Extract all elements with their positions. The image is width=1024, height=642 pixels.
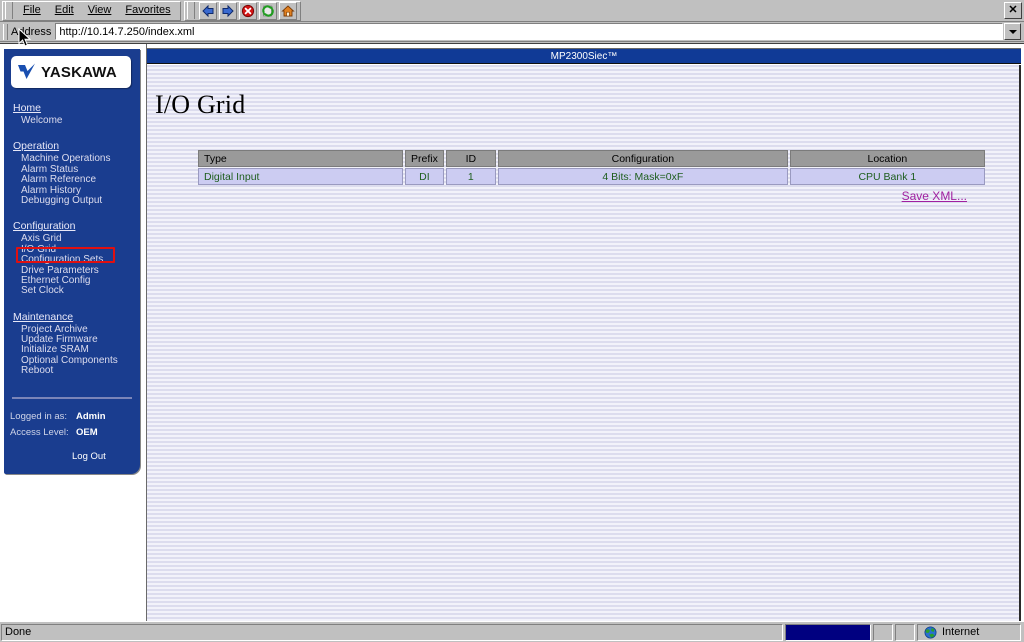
save-xml-link[interactable]: Save XML... <box>147 189 967 203</box>
yaskawa-logo-text: YASKAWA <box>41 63 117 81</box>
column-header-id[interactable]: ID <box>445 150 496 167</box>
menu-item-edit-label: Edit <box>54 4 74 16</box>
status-text: Done <box>1 623 783 641</box>
stop-button[interactable] <box>238 1 257 20</box>
cell-id: 1 <box>445 168 496 185</box>
table-body: Digital Input DI 1 4 Bits: Mask=0xF CPU … <box>198 168 985 185</box>
sidebar-heading-home[interactable]: Home <box>4 101 140 116</box>
logged-in-row: Logged in as: Admin <box>4 409 140 425</box>
menu-bar: File Edit View Favorites ✕ <box>0 0 1024 22</box>
forward-button[interactable] <box>218 1 237 20</box>
status-pane-extra-1 <box>873 623 893 641</box>
sidebar-item-configuration-sets[interactable]: Configuration Sets <box>4 254 140 265</box>
access-level-value: OEM <box>76 427 98 438</box>
home-icon <box>280 4 295 16</box>
sidebar-item-reboot[interactable]: Reboot <box>4 365 140 376</box>
table-row[interactable]: Digital Input DI 1 4 Bits: Mask=0xF CPU … <box>198 168 985 185</box>
progress-fill <box>786 624 870 640</box>
status-bar: Done Internet <box>0 621 1024 642</box>
close-icon: ✕ <box>1008 4 1018 16</box>
column-header-prefix[interactable]: Prefix <box>405 150 444 167</box>
sidebar-nav: Home Welcome Operation Machine Operation… <box>4 101 140 377</box>
sidebar-item-set-clock[interactable]: Set Clock <box>4 285 140 296</box>
logout-link[interactable]: Log Out <box>4 449 140 465</box>
toolbar-drag-grip[interactable] <box>186 2 195 19</box>
menu-item-view[interactable]: View <box>81 2 119 19</box>
access-level-label: Access Level: <box>10 427 69 438</box>
address-drag-grip[interactable] <box>3 23 8 40</box>
globe-icon <box>924 626 937 638</box>
status-pane-extra-2 <box>895 623 915 641</box>
address-label: Address <box>11 25 52 38</box>
page-title: I/O Grid <box>155 90 246 119</box>
sidebar: YASKAWA Home Welcome Operation Machine O… <box>0 44 146 621</box>
content-frame: MP2300Siec™ I/O Grid Type Prefix ID Conf… <box>146 44 1024 621</box>
sidebar-heading-configuration[interactable]: Configuration <box>4 219 140 234</box>
sidebar-heading-operation[interactable]: Operation <box>4 139 140 154</box>
table-header-row: Type Prefix ID Configuration Location <box>198 150 985 167</box>
logged-in-value: Admin <box>76 411 106 422</box>
forward-arrow-icon <box>222 4 234 17</box>
security-zone-pane[interactable]: Internet <box>917 623 1021 641</box>
content-area: I/O Grid Type Prefix ID Configuration Lo… <box>147 65 1021 621</box>
cell-type: Digital Input <box>198 168 403 185</box>
menu-group: File Edit View Favorites <box>2 0 181 21</box>
refresh-icon <box>261 4 274 17</box>
menu-item-file-label: File <box>23 4 41 16</box>
menu-drag-grip[interactable] <box>5 2 13 19</box>
toolbar <box>183 0 301 21</box>
cell-configuration: 4 Bits: Mask=0xF <box>497 168 788 185</box>
column-header-location[interactable]: Location <box>789 150 985 167</box>
sidebar-divider <box>12 397 132 399</box>
column-header-type[interactable]: Type <box>198 150 403 167</box>
login-info: Logged in as: Admin Access Level: OEM Lo… <box>4 409 140 465</box>
page-viewport: YASKAWA Home Welcome Operation Machine O… <box>0 43 1024 621</box>
cell-location: CPU Bank 1 <box>789 168 985 185</box>
home-button[interactable] <box>278 1 297 20</box>
stop-icon <box>241 4 254 17</box>
logged-in-label: Logged in as: <box>10 411 68 422</box>
back-button[interactable] <box>198 1 217 20</box>
menu-item-view-label: View <box>87 4 112 16</box>
address-dropdown-button[interactable] <box>1004 23 1021 40</box>
menu-item-edit[interactable]: Edit <box>48 2 81 19</box>
refresh-button[interactable] <box>258 1 277 20</box>
yaskawa-logo: YASKAWA <box>11 56 131 88</box>
device-title: MP2300Siec™ <box>550 50 618 62</box>
menu-item-favorites[interactable]: Favorites <box>118 2 177 19</box>
access-level-row: Access Level: OEM <box>4 425 140 441</box>
progress-indicator <box>785 623 871 641</box>
device-title-bar: MP2300Siec™ <box>147 48 1021 64</box>
yaskawa-mark-icon <box>16 62 38 82</box>
close-window-button[interactable]: ✕ <box>1004 2 1022 19</box>
table-head: Type Prefix ID Configuration Location <box>198 150 985 167</box>
sidebar-heading-maintenance[interactable]: Maintenance <box>4 310 140 325</box>
sidebar-panel: YASKAWA Home Welcome Operation Machine O… <box>4 49 140 474</box>
sidebar-item-welcome[interactable]: Welcome <box>4 115 140 126</box>
column-header-configuration[interactable]: Configuration <box>497 150 788 167</box>
menu-item-file[interactable]: File <box>16 2 48 19</box>
back-arrow-icon <box>201 4 214 17</box>
address-bar: Address http://10.14.7.250/index.xml <box>0 22 1024 42</box>
io-grid-table: Type Prefix ID Configuration Location Di… <box>196 149 987 186</box>
browser-window: File Edit View Favorites ✕ Address http:… <box>0 0 1024 642</box>
chevron-down-icon <box>1008 29 1017 34</box>
address-input[interactable]: http://10.14.7.250/index.xml <box>55 23 1003 40</box>
sidebar-item-debugging-output[interactable]: Debugging Output <box>4 195 140 206</box>
cell-prefix: DI <box>405 168 444 185</box>
security-zone-label: Internet <box>942 625 980 638</box>
sidebar-item-alarm-reference[interactable]: Alarm Reference <box>4 174 140 185</box>
menu-item-favorites-label: Favorites <box>125 4 171 16</box>
